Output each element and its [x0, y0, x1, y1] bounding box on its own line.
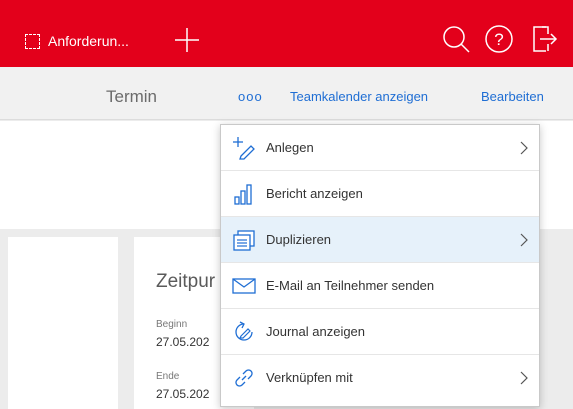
- logout-icon[interactable]: [530, 24, 558, 54]
- sub-header: Termin ooo Teamkalender anzeigen Bearbei…: [0, 67, 573, 120]
- content-panel-left: [8, 237, 118, 409]
- svg-text:?: ?: [494, 30, 503, 49]
- begin-label: Beginn: [156, 319, 188, 330]
- menu-item-label: Anlegen: [266, 140, 314, 155]
- help-icon[interactable]: ?: [484, 24, 514, 54]
- app-label: Anforderun...: [48, 33, 129, 49]
- menu-item-verknuepfen[interactable]: Verknüpfen mit: [221, 355, 539, 401]
- app-switcher-button[interactable]: Anforderun...: [25, 33, 129, 49]
- end-label: Ende: [156, 371, 180, 382]
- plus-icon[interactable]: [172, 25, 202, 55]
- bar-chart-icon: [234, 184, 252, 205]
- begin-value: 27.05.202: [156, 335, 210, 349]
- page-title: Termin: [106, 87, 158, 106]
- menu-item-anlegen[interactable]: Anlegen: [221, 125, 539, 171]
- chevron-right-icon: [520, 233, 528, 247]
- mail-icon: [232, 278, 256, 294]
- menu-item-bericht[interactable]: Bericht anzeigen: [221, 171, 539, 217]
- create-icon: [233, 137, 255, 160]
- menu-item-duplizieren[interactable]: Duplizieren: [221, 217, 539, 263]
- actions-menu: Anlegen Bericht anzeigen Duplizieren E-M…: [220, 124, 540, 407]
- chevron-right-icon: [520, 371, 528, 385]
- menu-item-email[interactable]: E-Mail an Teilnehmer senden: [221, 263, 539, 309]
- card-title: Zeitpur: [156, 271, 216, 292]
- chevron-right-icon: [520, 141, 528, 155]
- app-square-icon: [25, 33, 40, 49]
- menu-item-label: E-Mail an Teilnehmer senden: [266, 278, 435, 293]
- duplicate-icon: [233, 230, 255, 251]
- menu-item-label: Duplizieren: [266, 232, 332, 247]
- menu-item-journal[interactable]: Journal anzeigen: [221, 309, 539, 355]
- link-icon: [235, 369, 253, 387]
- search-icon[interactable]: [441, 24, 471, 54]
- edit-button[interactable]: Bearbeiten: [481, 89, 544, 104]
- end-value: 27.05.202: [156, 387, 210, 401]
- more-actions-button[interactable]: ooo: [238, 89, 263, 104]
- top-bar: Anforderun... ?: [0, 0, 573, 67]
- menu-item-label: Journal anzeigen: [266, 324, 366, 339]
- team-calendar-link[interactable]: Teamkalender anzeigen: [290, 89, 428, 104]
- menu-item-label: Bericht anzeigen: [266, 186, 363, 201]
- menu-item-label: Verknüpfen mit: [266, 370, 353, 385]
- journal-icon: [235, 321, 253, 341]
